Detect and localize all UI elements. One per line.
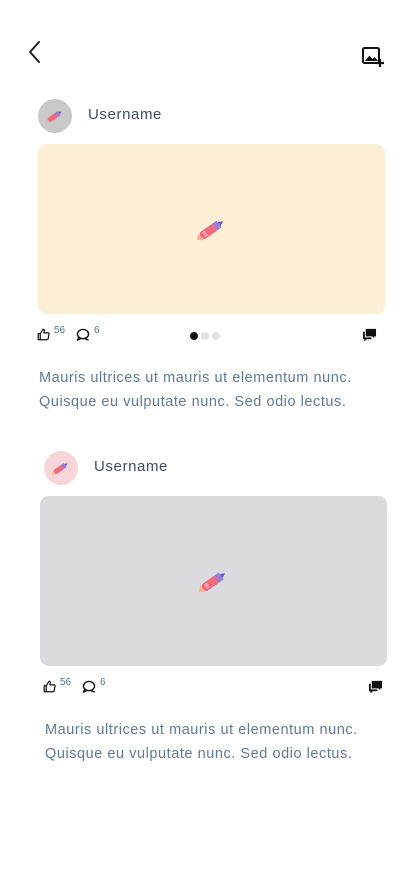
post-card: Username 56 6 Mauris ultrices ut mauris … [0, 96, 414, 416]
post-card: Username 56 6 Mauris ultrices ut mauris … [0, 448, 414, 768]
post-caption: Mauris ultrices ut mauris ut elementum n… [39, 370, 352, 410]
chat-bubbles-icon [368, 680, 383, 694]
back-button[interactable] [22, 38, 46, 66]
post-image[interactable] [40, 496, 387, 666]
carousel-dot-active[interactable] [190, 332, 198, 340]
thumbs-up-icon [43, 680, 56, 693]
avatar[interactable] [38, 99, 72, 133]
pencil-icon [196, 220, 223, 241]
carousel-dot[interactable] [212, 332, 220, 340]
pencil-icon [198, 572, 225, 593]
comment-icon [82, 680, 96, 693]
post-image[interactable] [38, 144, 385, 314]
add-image-icon [362, 47, 384, 67]
comment-icon [76, 328, 90, 341]
chevron-left-icon [29, 41, 40, 63]
comment-count: 6 [94, 325, 100, 336]
add-image-button[interactable] [360, 44, 386, 70]
like-stat[interactable]: 56 [37, 325, 66, 341]
pencil-icon [45, 111, 62, 123]
chat-button[interactable] [368, 680, 383, 699]
like-stat[interactable]: 56 [43, 677, 72, 693]
username[interactable]: Username [88, 106, 162, 123]
comment-stat[interactable]: 6 [76, 325, 100, 341]
chat-bubbles-icon [362, 328, 377, 342]
carousel-indicator [190, 332, 220, 340]
like-count: 56 [54, 325, 66, 336]
carousel-dot[interactable] [201, 332, 209, 340]
pencil-icon [51, 463, 68, 475]
comment-count: 6 [100, 677, 106, 688]
like-count: 56 [60, 677, 72, 688]
avatar[interactable] [44, 451, 78, 485]
chat-button[interactable] [362, 328, 377, 347]
thumbs-up-icon [37, 328, 50, 341]
comment-stat[interactable]: 6 [82, 677, 106, 693]
username[interactable]: Username [94, 458, 168, 475]
post-caption: Mauris ultrices ut mauris ut elementum n… [45, 722, 358, 762]
